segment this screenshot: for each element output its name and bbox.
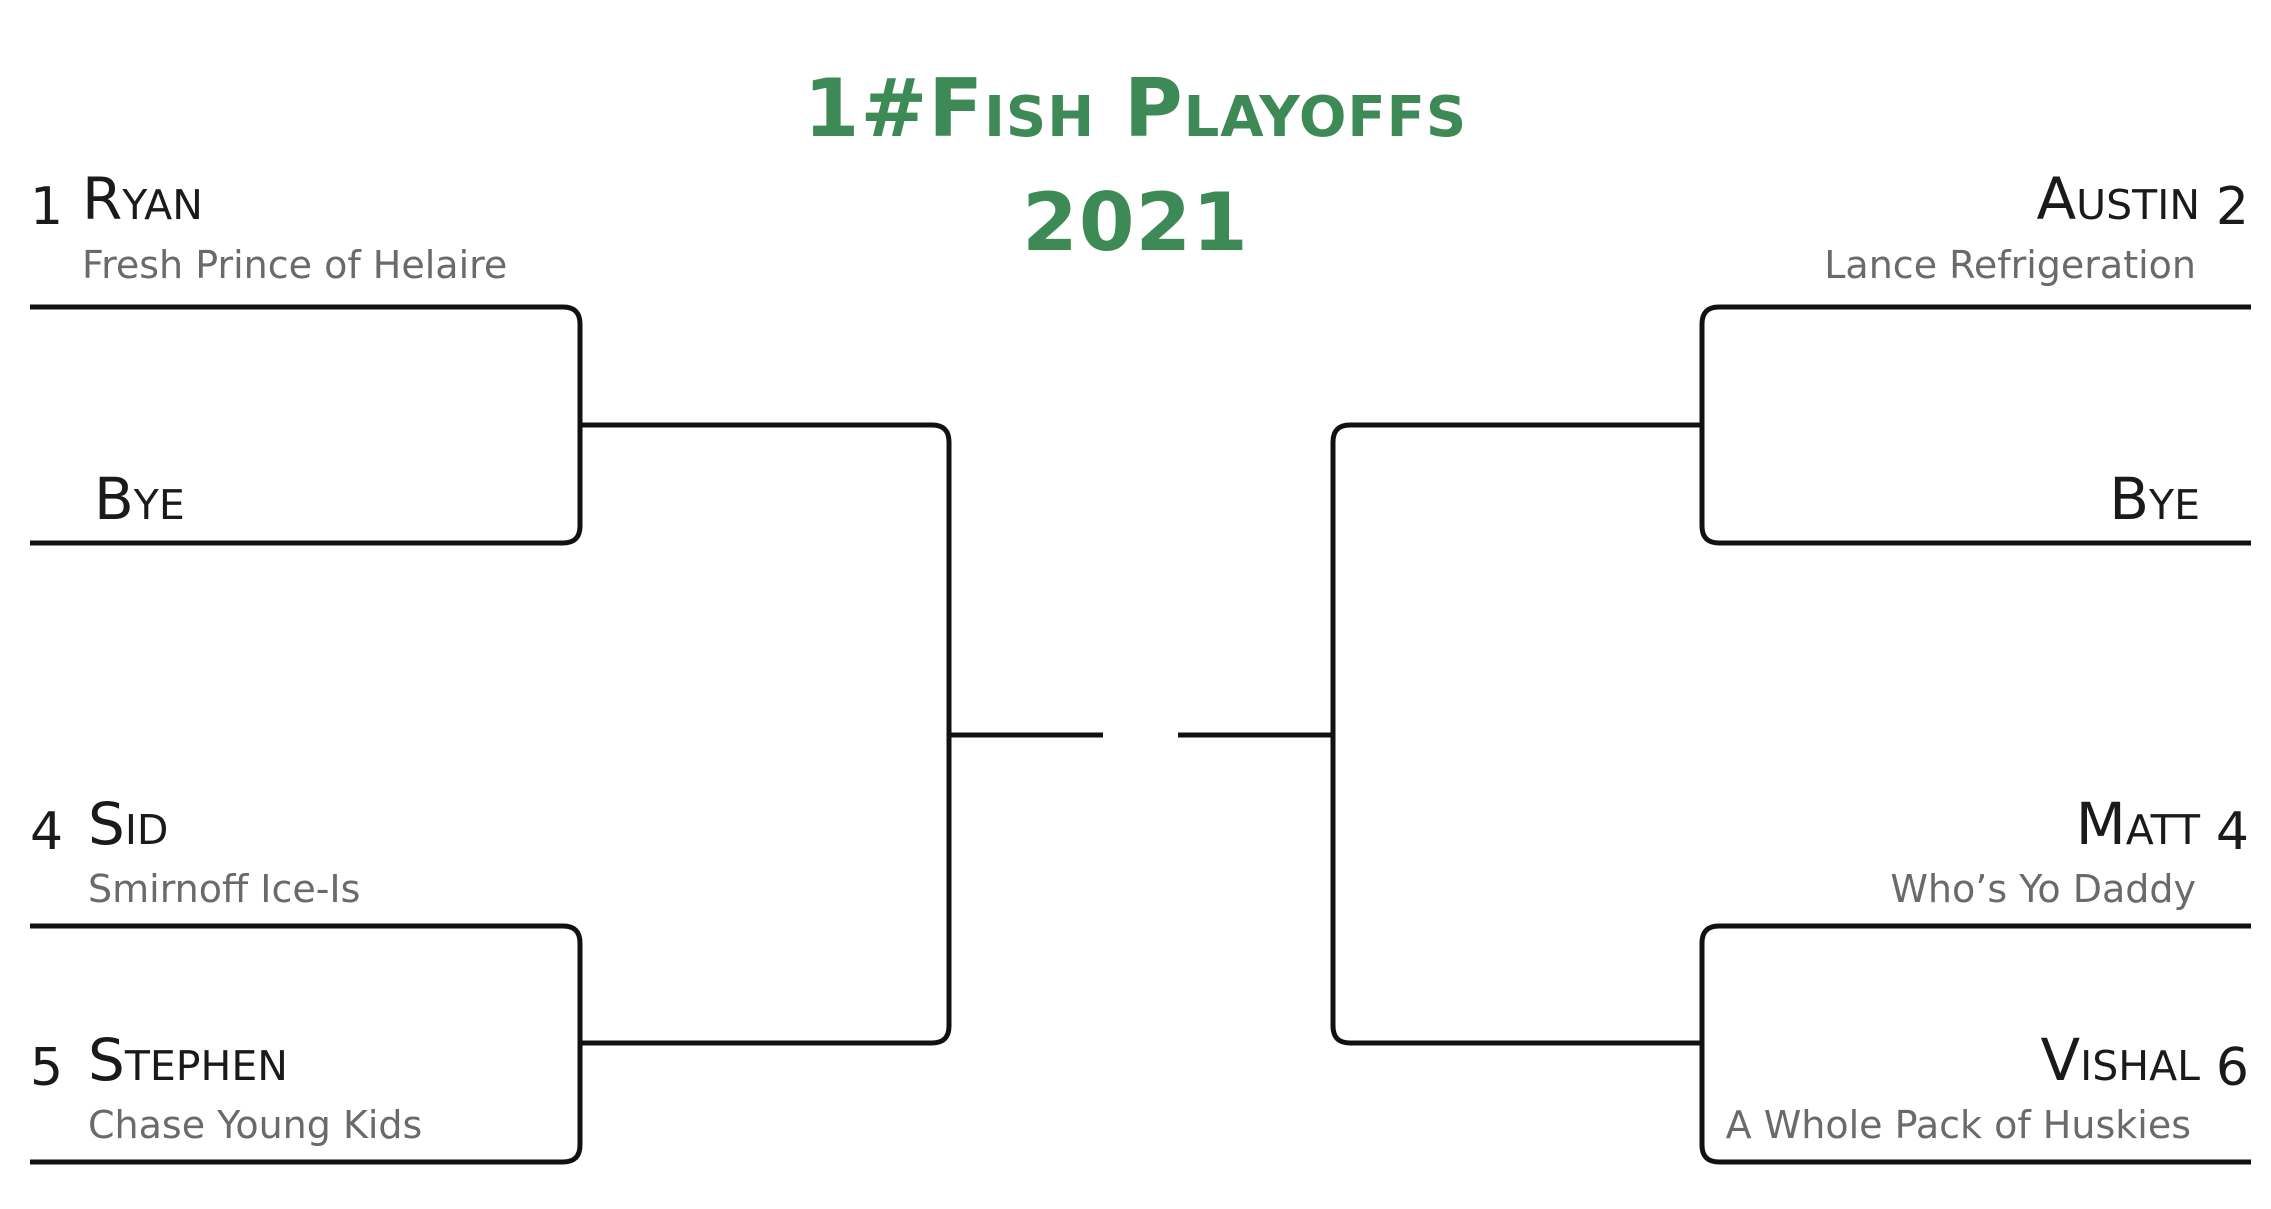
team-name-right-top-2: Bye [2109, 465, 2200, 533]
team-subtitle-right-top-1: Lance Refrigeration [1824, 243, 2196, 287]
seed-left-bottom-2: 5 [30, 1038, 64, 1098]
team-name-right-bottom-2: Vishal [2040, 1026, 2200, 1094]
right-semifinal-line [1330, 422, 1702, 1046]
team-subtitle-left-bottom-2: Chase Young Kids [88, 1103, 423, 1147]
seed-left-bottom-1: 4 [30, 802, 64, 862]
seed-right-bottom-2: 6 [2215, 1038, 2249, 1098]
team-name-left-top-1: Ryan [82, 165, 203, 233]
seed-right-bottom-1: 4 [2215, 802, 2249, 862]
team-name-left-top-2: Bye [94, 465, 185, 533]
team-name-left-bottom-1: Sid [88, 790, 169, 858]
team-name-right-bottom-1: Matt [2075, 790, 2200, 858]
team-name-left-bottom-2: Stephen [88, 1026, 288, 1094]
team-name-right-top-1: Austin [2036, 165, 2200, 233]
seed-right-top-1: 2 [2215, 177, 2249, 237]
team-subtitle-left-bottom-1: Smirnoff Ice-Is [88, 867, 361, 911]
bracket-lines [30, 304, 2251, 1165]
team-subtitle-left-top-1: Fresh Prince of Helaire [82, 243, 508, 287]
seed-left-top-1: 1 [30, 177, 64, 237]
left-semifinal-line [580, 422, 952, 1046]
team-subtitle-right-bottom-1: Who’s Yo Daddy [1890, 867, 2196, 911]
team-subtitle-right-bottom-2: A Whole Pack of Huskies [1725, 1103, 2191, 1147]
